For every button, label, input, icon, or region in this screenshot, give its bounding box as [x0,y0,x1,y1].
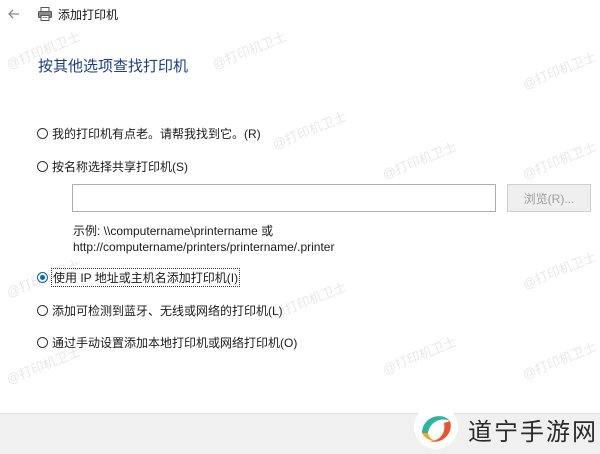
option-label: 使用 IP 地址或主机名添加打印机(I) [50,267,241,287]
shared-printer-name-input[interactable] [72,184,496,212]
radio-button-icon[interactable] [37,127,48,139]
watermark: @打印机卫士 [520,138,599,183]
watermark: @打印机卫士 [520,48,599,93]
option-shared-printer-by-name[interactable]: 按名称选择共享打印机(S) [37,157,188,175]
option-ip-or-hostname[interactable]: 使用 IP 地址或主机名添加打印机(I) [37,267,241,287]
back-arrow-icon[interactable] [6,6,22,22]
page-heading: 按其他选项查找打印机 [38,58,189,75]
radio-button-icon[interactable] [37,160,48,172]
title-bar: 添加打印机 [0,0,600,28]
option-manual-local-network[interactable]: 通过手动设置添加本地打印机或网络打印机(O) [37,333,297,351]
option-old-printer[interactable]: 我的打印机有点老。请帮我找到它。(R) [37,124,261,142]
option-label: 按名称选择共享打印机(S) [52,159,188,174]
browse-button[interactable]: 浏览(R)... [507,184,591,212]
brand-text: 道宁手游网 [468,419,598,446]
example-text-line-1: 示例: \\computername\printername 或 [73,224,274,238]
radio-button-icon[interactable] [37,304,48,316]
watermark: @打印机卫士 [270,108,349,153]
example-text-line-2: http://computername/printers/printername… [73,240,335,254]
radio-button-icon[interactable] [37,271,48,283]
watermark: @打印机卫士 [380,138,459,183]
option-label: 通过手动设置添加本地打印机或网络打印机(O) [52,335,298,350]
window-title: 添加打印机 [58,8,119,22]
brand-logo-icon [414,405,458,449]
option-bluetooth-wireless-network[interactable]: 添加可检测到蓝牙、无线或网络的打印机(L) [37,301,283,319]
radio-button-icon[interactable] [37,336,48,348]
option-label: 添加可检测到蓝牙、无线或网络的打印机(L) [52,303,283,318]
option-label: 我的打印机有点老。请帮我找到它。(R) [52,126,261,141]
watermark: @打印机卫士 [520,248,599,293]
printer-icon [38,7,52,21]
watermark: @打印机卫士 [380,333,459,378]
watermark: @打印机卫士 [520,338,599,383]
watermark: @打印机卫士 [210,28,289,73]
